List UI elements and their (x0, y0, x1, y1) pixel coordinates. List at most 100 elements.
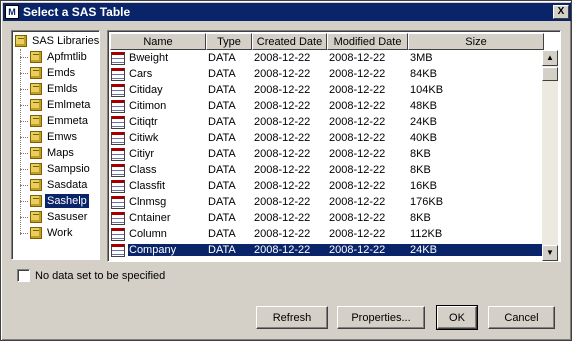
table-icon (111, 131, 125, 145)
close-button[interactable]: X (553, 5, 569, 19)
table-icon (111, 179, 125, 193)
table-header: Name Type Created Date Modified Date Siz… (110, 33, 544, 50)
cell-created: 2008-12-22 (254, 100, 311, 112)
cell-created: 2008-12-22 (254, 228, 311, 240)
tree-item-maps[interactable]: Maps (20, 145, 76, 161)
table-name: Citimon (129, 100, 167, 112)
cell-size: 112KB (410, 228, 443, 240)
tree-item-emds[interactable]: Emds (20, 65, 77, 81)
scroll-up-icon[interactable]: ▲ (542, 50, 558, 66)
library-icon (15, 35, 27, 47)
table-row[interactable]: Citiqtr DATA 2008-12-22 2008-12-22 24KB (110, 114, 544, 130)
refresh-button[interactable]: Refresh (256, 306, 328, 329)
table-row[interactable]: Citiwk DATA 2008-12-22 2008-12-22 40KB (110, 130, 544, 146)
tree-connector (20, 88, 28, 90)
library-icon (30, 115, 42, 127)
table-icon (111, 83, 125, 97)
column-header-modified-date[interactable]: Modified Date (327, 33, 408, 50)
sas-app-icon: M (5, 5, 19, 19)
table-row[interactable]: Company DATA 2008-12-22 2008-12-22 24KB (110, 242, 544, 258)
cell-modified: 2008-12-22 (329, 228, 386, 240)
tree-connector (20, 152, 28, 154)
column-header-created-date[interactable]: Created Date (252, 33, 327, 50)
cell-type: DATA (208, 164, 236, 176)
table-row[interactable]: Citiyr DATA 2008-12-22 2008-12-22 8KB (110, 146, 544, 162)
tree-item-emws[interactable]: Emws (20, 129, 79, 145)
table-row[interactable]: Bweight DATA 2008-12-22 2008-12-22 3MB (110, 50, 544, 66)
cell-modified: 2008-12-22 (329, 68, 386, 80)
tree-item-sasuser[interactable]: Sasuser (20, 209, 89, 225)
tree-item-label: Emws (47, 131, 77, 143)
tree-item-label: Sampsio (47, 163, 90, 175)
cell-type: DATA (208, 212, 236, 224)
table-row[interactable]: Class DATA 2008-12-22 2008-12-22 8KB (110, 162, 544, 178)
table-icon (111, 115, 125, 129)
tree-connector (20, 184, 28, 186)
table-list[interactable]: Name Type Created Date Modified Date Siz… (107, 30, 561, 262)
tree-item-emmeta[interactable]: Emmeta (20, 113, 90, 129)
table-icon (111, 51, 125, 65)
cell-name: Cntainer (110, 211, 206, 225)
title-bar[interactable]: M Select a SAS Table X (3, 3, 571, 21)
library-tree[interactable]: SAS Libraries Apfmtlib Emds Emlds Emlmeta Em… (11, 30, 100, 260)
cell-created: 2008-12-22 (254, 132, 311, 144)
no-dataset-checkbox[interactable] (17, 269, 30, 282)
scroll-down-icon[interactable]: ▼ (542, 245, 558, 261)
tree-item-label: Emmeta (47, 115, 88, 127)
cell-type: DATA (208, 132, 236, 144)
tree-item-work[interactable]: Work (20, 225, 74, 241)
library-icon (30, 147, 42, 159)
table-icon (111, 243, 125, 257)
scrollbar-thumb[interactable] (542, 67, 558, 81)
table-row[interactable]: Cntainer DATA 2008-12-22 2008-12-22 8KB (110, 210, 544, 226)
vertical-scrollbar[interactable]: ▲ ▼ (542, 50, 558, 261)
table-row[interactable]: Column DATA 2008-12-22 2008-12-22 112KB (110, 226, 544, 242)
library-icon (30, 211, 42, 223)
column-header-name[interactable]: Name (110, 33, 206, 50)
tree-connector (20, 104, 28, 106)
tree-connector (20, 216, 28, 218)
cell-modified: 2008-12-22 (329, 196, 386, 208)
tree-item-sashelp[interactable]: Sashelp (20, 193, 89, 209)
library-icon (30, 51, 42, 63)
tree-item-label: Emlmeta (47, 99, 91, 111)
cell-modified: 2008-12-22 (329, 212, 386, 224)
tree-item-apfmtlib[interactable]: Apfmtlib (20, 49, 89, 65)
table-rows: Bweight DATA 2008-12-22 2008-12-22 3MB Cars DA… (110, 50, 544, 258)
cell-name: Citiday (110, 83, 206, 97)
column-header-type[interactable]: Type (206, 33, 252, 50)
cancel-button[interactable]: Cancel (488, 306, 555, 329)
cell-type: DATA (208, 180, 236, 192)
cell-name: Citiqtr (110, 115, 206, 129)
table-icon (111, 163, 125, 177)
library-icon (30, 99, 42, 111)
cell-size: 48KB (410, 100, 437, 112)
tree-connector (20, 168, 28, 170)
tree-root-sas-libraries[interactable]: SAS Libraries (15, 33, 99, 49)
tree-item-sampsio[interactable]: Sampsio (20, 161, 92, 177)
cell-size: 8KB (410, 148, 431, 160)
cell-modified: 2008-12-22 (329, 180, 386, 192)
tree-connector (20, 200, 28, 202)
cell-modified: 2008-12-22 (329, 132, 386, 144)
table-row[interactable]: Cars DATA 2008-12-22 2008-12-22 84KB (110, 66, 544, 82)
table-row[interactable]: Classfit DATA 2008-12-22 2008-12-22 16KB (110, 178, 544, 194)
cell-modified: 2008-12-22 (329, 84, 386, 96)
cell-type: DATA (206, 244, 252, 256)
table-row[interactable]: Clnmsg DATA 2008-12-22 2008-12-22 176KB (110, 194, 544, 210)
table-row[interactable]: Citimon DATA 2008-12-22 2008-12-22 48KB (110, 98, 544, 114)
cell-size: 40KB (410, 132, 437, 144)
tree-item-emlmeta[interactable]: Emlmeta (20, 97, 92, 113)
cell-name: Cars (110, 67, 206, 81)
table-name: Citiyr (129, 148, 155, 160)
ok-button[interactable]: OK (436, 305, 478, 330)
tree-item-sasdata[interactable]: Sasdata (20, 177, 89, 193)
column-header-size[interactable]: Size (408, 33, 544, 50)
no-dataset-option[interactable]: No data set to be specified (17, 269, 165, 282)
properties-button[interactable]: Properties... (337, 306, 425, 329)
cell-size: 24KB (410, 116, 437, 128)
tree-item-emlds[interactable]: Emlds (20, 81, 80, 97)
cell-name: Clnmsg (110, 195, 206, 209)
table-row[interactable]: Citiday DATA 2008-12-22 2008-12-22 104KB (110, 82, 544, 98)
cell-size: 24KB (408, 244, 544, 256)
